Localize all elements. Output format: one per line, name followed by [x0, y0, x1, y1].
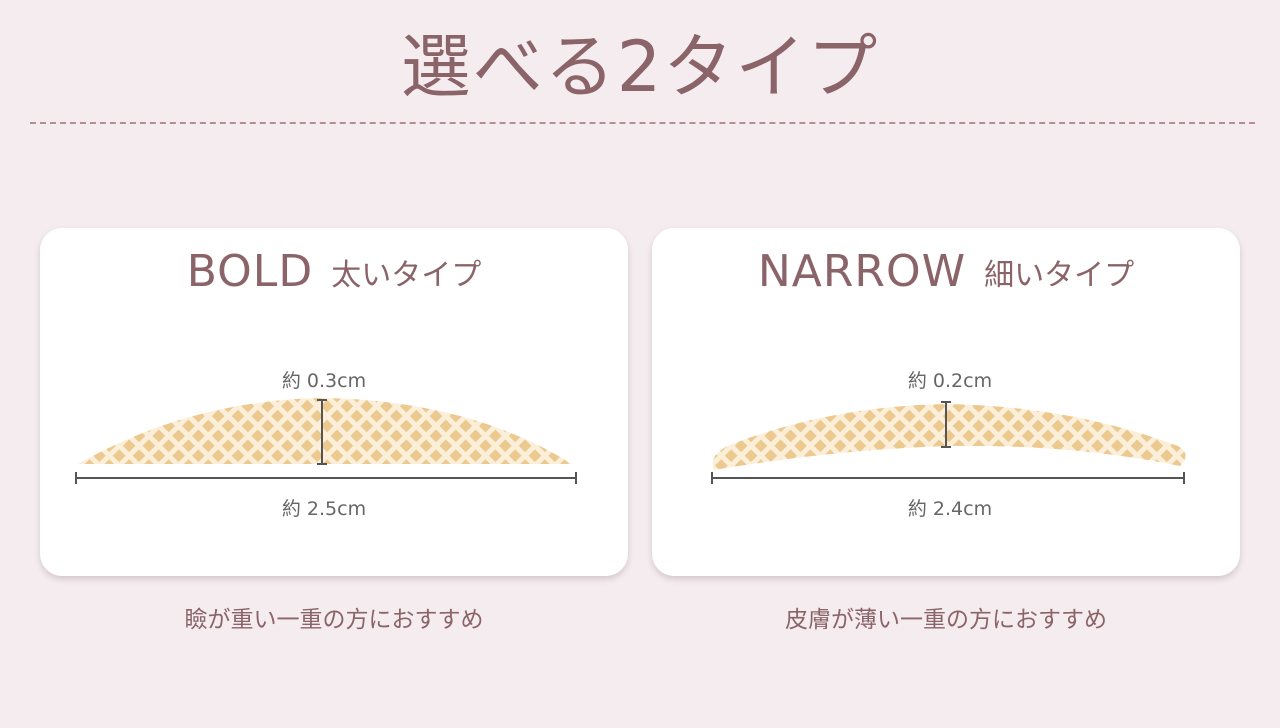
- bold-eyelid-tape-shape: [78, 398, 572, 464]
- bold-height-label: 約 0.3cm: [281, 370, 367, 392]
- dashed-divider: [30, 122, 1255, 124]
- bold-patch-diagram: [75, 398, 577, 484]
- narrow-caption: 皮膚が薄い一重の方におすすめ: [785, 607, 1107, 633]
- narrow-width-marker: [711, 472, 1185, 484]
- page-title: 選べる2タイプ: [400, 26, 880, 108]
- narrow-patch-diagram: [711, 401, 1186, 484]
- bold-width-label: 約 2.5cm: [281, 498, 367, 520]
- bold-type-card: BOLD 太いタイプ 約 0.3cm 約 2.5cm: [40, 228, 628, 576]
- narrow-width-label: 約 2.4cm: [907, 498, 993, 520]
- narrow-type-card: NARROW 細いタイプ 約 0.2cm 約 2.4cm: [652, 228, 1240, 576]
- narrow-eyelid-tape-shape: [712, 404, 1186, 470]
- narrow-height-label: 約 0.2cm: [907, 370, 993, 392]
- bold-width-marker: [75, 472, 577, 484]
- bold-caption: 瞼が重い一重の方におすすめ: [184, 607, 484, 633]
